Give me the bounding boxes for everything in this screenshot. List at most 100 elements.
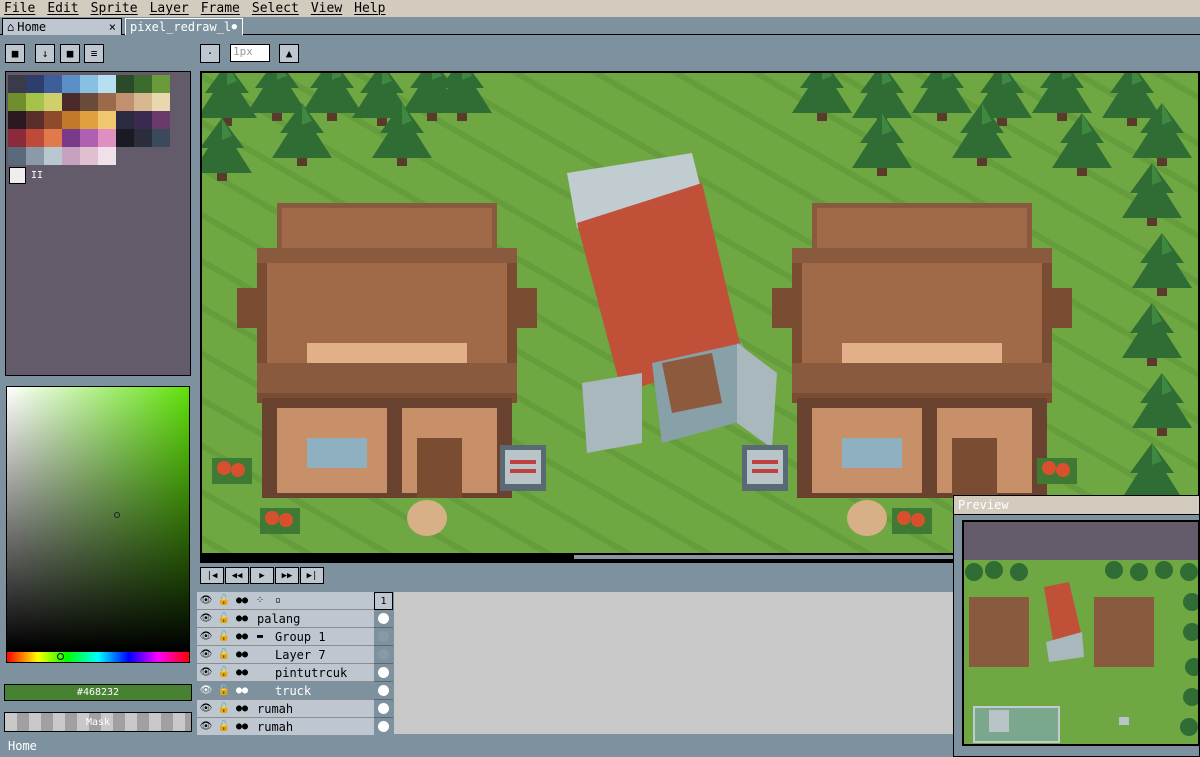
close-icon[interactable]: × (109, 20, 116, 34)
palette-swatch[interactable] (8, 93, 26, 111)
palette-swatch[interactable] (152, 129, 170, 147)
cel[interactable] (374, 628, 393, 646)
hue-slider[interactable] (6, 651, 190, 663)
menu-help[interactable]: Help (354, 1, 385, 16)
palette-swatch[interactable] (98, 147, 116, 165)
palette-swatch[interactable] (134, 111, 152, 129)
layer-row[interactable]: 👁 🔓 ●● truck (197, 682, 392, 700)
palette-swatch[interactable] (116, 75, 134, 93)
tab-home[interactable]: ⌂ Home × (2, 18, 122, 35)
palette-swatch[interactable] (80, 111, 98, 129)
palette-swatch[interactable] (62, 129, 80, 147)
eye-icon[interactable]: 👁 (197, 649, 215, 660)
palette-swatch[interactable] (44, 129, 62, 147)
palette-swatch[interactable] (134, 75, 152, 93)
palette-swatch[interactable] (26, 75, 44, 93)
color-saturation-box[interactable] (6, 386, 190, 651)
palette-menu-button[interactable]: ≡ (84, 44, 104, 63)
cel[interactable] (374, 700, 393, 718)
eye-icon[interactable]: 👁 (197, 595, 215, 606)
palette-swatch[interactable] (134, 129, 152, 147)
palette-swatch[interactable] (26, 147, 44, 165)
palette-swatch[interactable] (80, 93, 98, 111)
palette-swatch[interactable] (62, 147, 80, 165)
link-cels-icon[interactable]: ⁘ (251, 595, 269, 606)
continuous-icon[interactable]: ●● (233, 685, 251, 696)
palette-swatch[interactable] (80, 147, 98, 165)
previous-frame-button[interactable]: ◀◀ (225, 567, 249, 584)
palette-swatch[interactable] (152, 111, 170, 129)
continuous-icon[interactable]: ●● (233, 721, 251, 732)
cel[interactable] (374, 718, 393, 736)
continuous-icon[interactable]: ●● (233, 649, 251, 660)
palette-swatch[interactable] (116, 93, 134, 111)
continuous-icon[interactable]: ●● (233, 595, 251, 606)
palette-swatch[interactable] (152, 93, 170, 111)
palette-swatch[interactable] (8, 147, 26, 165)
palette-swatch[interactable] (98, 93, 116, 111)
padlock-icon[interactable]: 🔓 (215, 649, 233, 660)
play-button[interactable]: ▶ (250, 567, 274, 584)
hue-slider-handle[interactable] (57, 653, 64, 660)
eye-icon[interactable]: 👁 (197, 703, 215, 714)
cel[interactable] (374, 682, 393, 700)
folder-icon[interactable]: ▬ (251, 631, 269, 642)
menu-select[interactable]: Select (252, 1, 299, 16)
palette-swatch[interactable] (116, 111, 134, 129)
palette-swatch[interactable] (98, 129, 116, 147)
last-frame-button[interactable]: ▶| (300, 567, 324, 584)
palette-swatch[interactable] (98, 75, 116, 93)
palette-swatch-button[interactable]: ■ (60, 44, 80, 63)
palette-swatch[interactable] (8, 111, 26, 129)
palette-swatch[interactable] (44, 75, 62, 93)
mask-color-button[interactable]: Mask (4, 712, 192, 732)
palette-swatch[interactable] (8, 129, 26, 147)
modified-dot-icon[interactable]: ● (232, 22, 237, 32)
palette-swatch[interactable] (44, 93, 62, 111)
palette-swatch[interactable] (98, 111, 116, 129)
frame-number-header[interactable]: 1 (374, 592, 393, 610)
palette-swatch[interactable] (80, 129, 98, 147)
palette-swatch[interactable] (116, 129, 134, 147)
cel[interactable] (374, 610, 393, 628)
layer-row[interactable]: 👁 🔓 ●● ▬ Group 1 (197, 628, 392, 646)
menu-frame[interactable]: Frame (201, 1, 240, 16)
brush-size-input[interactable]: 1px (230, 44, 270, 62)
padlock-icon[interactable]: 🔓 (215, 613, 233, 624)
preview-title[interactable]: Preview (954, 496, 1199, 515)
palette-swatch[interactable] (26, 111, 44, 129)
padlock-icon[interactable]: 🔓 (215, 703, 233, 714)
hex-color-field[interactable]: #468232 (4, 684, 192, 701)
menu-view[interactable]: View (311, 1, 342, 16)
layer-row[interactable]: 👁 🔓 ●● rumah (197, 700, 392, 718)
palette-swatch[interactable] (62, 75, 80, 93)
palette-swatch[interactable] (80, 75, 98, 93)
padlock-icon[interactable]: 🔓 (215, 721, 233, 732)
brush-type-button[interactable]: · (200, 44, 220, 63)
menu-layer[interactable]: Layer (150, 1, 189, 16)
palette-swatch[interactable] (44, 147, 62, 165)
palette-swatch[interactable] (44, 111, 62, 129)
palette-swatch[interactable] (134, 93, 152, 111)
tab-sprite-file[interactable]: pixel_redraw_l ● (125, 18, 243, 35)
eye-icon[interactable]: 👁 (197, 631, 215, 642)
palette-swatch-white[interactable] (9, 167, 26, 184)
menu-sprite[interactable]: Sprite (91, 1, 138, 16)
sprite-canvas[interactable] (200, 71, 1200, 563)
palette-swatch[interactable] (26, 93, 44, 111)
padlock-icon[interactable]: 🔓 (215, 631, 233, 642)
continuous-icon[interactable]: ●● (233, 631, 251, 642)
next-frame-button[interactable]: ▶▶ (275, 567, 299, 584)
padlock-icon[interactable]: 🔓 (215, 667, 233, 678)
first-frame-button[interactable]: |◀ (200, 567, 224, 584)
color-picker-cursor[interactable] (114, 512, 120, 518)
timeline-empty-area[interactable] (394, 592, 954, 734)
eye-icon[interactable]: 👁 (197, 721, 215, 732)
layer-row[interactable]: 👁 🔓 ●● Layer 7 (197, 646, 392, 664)
palette-swatch[interactable] (62, 111, 80, 129)
eye-icon[interactable]: 👁 (197, 613, 215, 624)
eye-icon[interactable]: 👁 (197, 667, 215, 678)
menu-file[interactable]: File (4, 1, 35, 16)
menu-edit[interactable]: Edit (47, 1, 78, 16)
padlock-icon[interactable]: 🔓 (215, 685, 233, 696)
